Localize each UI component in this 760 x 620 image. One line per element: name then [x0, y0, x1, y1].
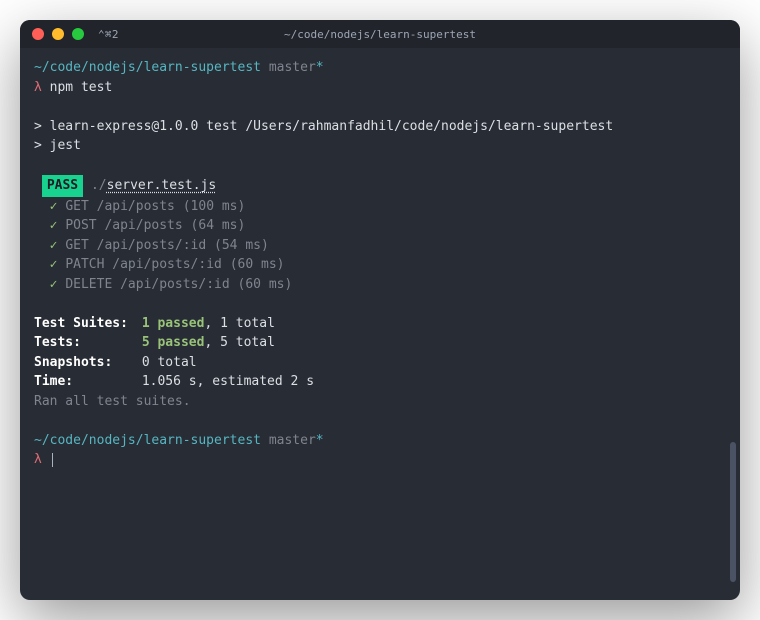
test-name: GET /api/posts/:id — [65, 238, 206, 253]
test-time: (100 ms) — [183, 199, 246, 214]
titlebar: ⌃⌘2 ~/code/nodejs/learn-supertest — [20, 20, 740, 48]
test-time: (60 ms) — [230, 257, 285, 272]
pass-badge: PASS — [42, 175, 83, 197]
command: npm test — [50, 80, 113, 95]
suites-total: , 1 total — [204, 316, 274, 331]
result-header: PASS ./server.test.js — [34, 175, 726, 197]
summary-snapshots: Snapshots: 0 total — [34, 353, 726, 373]
prompt-symbol: λ — [34, 80, 42, 95]
minimize-icon[interactable] — [52, 28, 64, 40]
file-prefix: ./ — [91, 178, 107, 193]
close-icon[interactable] — [32, 28, 44, 40]
summary-tests: Tests: 5 passed, 5 total — [34, 333, 726, 353]
cwd: ~/code/nodejs/learn-supertest — [34, 60, 261, 75]
git-dirty: * — [316, 60, 324, 75]
test-name: PATCH /api/posts/:id — [65, 257, 222, 272]
check-icon: ✓ — [50, 238, 58, 253]
test-time: (60 ms) — [238, 277, 293, 292]
output-line-1: > learn-express@1.0.0 test /Users/rahman… — [34, 117, 726, 137]
summary-footer: Ran all test suites. — [34, 392, 726, 412]
test-row: ✓ GET /api/posts/:id (54 ms) — [34, 236, 726, 256]
check-icon: ✓ — [50, 257, 58, 272]
test-time: (54 ms) — [214, 238, 269, 253]
test-row: ✓ PATCH /api/posts/:id (60 ms) — [34, 255, 726, 275]
git-branch: master — [269, 60, 316, 75]
time-value: 1.056 s, estimated 2 s — [142, 374, 314, 389]
terminal-window: ⌃⌘2 ~/code/nodejs/learn-supertest ~/code… — [20, 20, 740, 600]
traffic-lights — [32, 28, 84, 40]
test-row: ✓ DELETE /api/posts/:id (60 ms) — [34, 275, 726, 295]
output-line-2: > jest — [34, 136, 726, 156]
tests-total: , 5 total — [204, 335, 274, 350]
test-name: GET /api/posts — [65, 199, 175, 214]
git-branch: master — [269, 433, 316, 448]
git-dirty: * — [316, 433, 324, 448]
summary-time: Time: 1.056 s, estimated 2 s — [34, 372, 726, 392]
command-line: λ npm test — [34, 78, 726, 98]
cursor — [52, 453, 53, 467]
test-row: ✓ POST /api/posts (64 ms) — [34, 216, 726, 236]
check-icon: ✓ — [50, 199, 58, 214]
check-icon: ✓ — [50, 218, 58, 233]
maximize-icon[interactable] — [72, 28, 84, 40]
terminal-body[interactable]: ~/code/nodejs/learn-supertest master* λ … — [20, 48, 740, 600]
suites-label: Test Suites: — [34, 314, 134, 334]
titlebar-path: ~/code/nodejs/learn-supertest — [284, 28, 476, 41]
summary-suites: Test Suites: 1 passed, 1 total — [34, 314, 726, 334]
check-icon: ✓ — [50, 277, 58, 292]
tests-label: Tests: — [34, 333, 134, 353]
time-label: Time: — [34, 372, 134, 392]
prompt-cursor: λ — [34, 450, 726, 470]
prompt-line-2: ~/code/nodejs/learn-supertest master* — [34, 431, 726, 451]
titlebar-shortcut: ⌃⌘2 — [98, 28, 119, 41]
test-time: (64 ms) — [191, 218, 246, 233]
snaps-value: 0 total — [142, 355, 197, 370]
test-name: POST /api/posts — [65, 218, 182, 233]
test-row: ✓ GET /api/posts (100 ms) — [34, 197, 726, 217]
test-file: server.test.js — [107, 178, 217, 193]
cwd: ~/code/nodejs/learn-supertest — [34, 433, 261, 448]
prompt-line: ~/code/nodejs/learn-supertest master* — [34, 58, 726, 78]
scrollbar[interactable] — [730, 442, 736, 582]
test-name: DELETE /api/posts/:id — [65, 277, 229, 292]
tests-passed: 5 passed — [142, 335, 205, 350]
suites-passed: 1 passed — [142, 316, 205, 331]
snaps-label: Snapshots: — [34, 353, 134, 373]
prompt-symbol: λ — [34, 452, 42, 467]
